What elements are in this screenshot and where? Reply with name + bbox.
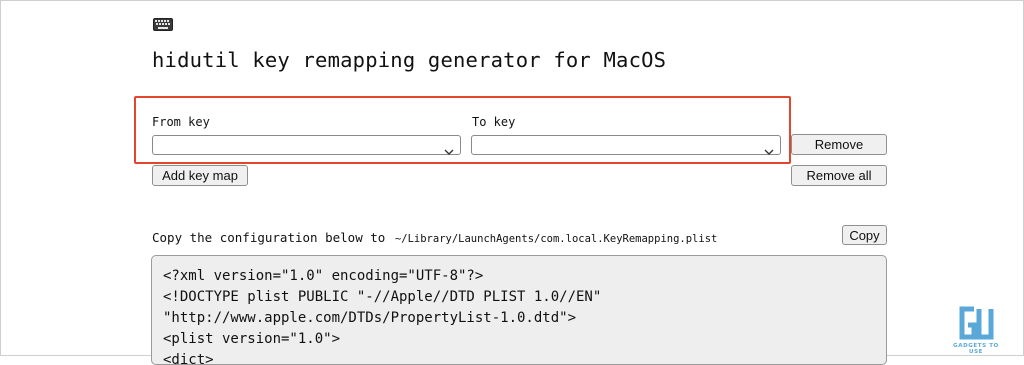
- add-key-map-button[interactable]: Add key map: [152, 165, 248, 186]
- to-key-select[interactable]: [471, 135, 781, 155]
- code-line: <!DOCTYPE plist PUBLIC "-//Apple//DTD PL…: [163, 289, 602, 305]
- code-line: <dict>: [163, 352, 214, 365]
- gadgets-to-use-watermark: GADGETS TO USE: [948, 306, 1004, 355]
- code-line: <?xml version="1.0" encoding="UTF-8"?>: [163, 268, 484, 284]
- copy-instruction-text: Copy the configuration below to: [152, 230, 386, 245]
- code-line: <plist version="1.0">: [163, 331, 341, 347]
- from-key-label: From key: [152, 115, 210, 129]
- copy-instruction: Copy the configuration below to ~/Librar…: [152, 227, 717, 246]
- watermark-text: GADGETS TO USE: [953, 343, 999, 355]
- code-line: "http://www.apple.com/DTDs/PropertyList-…: [163, 310, 577, 326]
- remove-button[interactable]: Remove: [791, 134, 887, 155]
- config-code-block[interactable]: <?xml version="1.0" encoding="UTF-8"?> <…: [151, 255, 887, 365]
- from-key-select[interactable]: [152, 135, 461, 155]
- copy-button[interactable]: Copy: [842, 225, 887, 245]
- to-key-label: To key: [472, 115, 516, 129]
- keyboard-icon: [153, 16, 173, 31]
- plist-path: ~/Library/LaunchAgents/com.local.KeyRema…: [394, 233, 718, 245]
- gadgets-to-use-logo: [959, 306, 994, 340]
- page-title: hidutil key remapping generator for MacO…: [152, 48, 667, 72]
- remove-all-button[interactable]: Remove all: [791, 165, 887, 186]
- chevron-down-icon: [444, 141, 454, 155]
- chevron-down-icon: [764, 141, 774, 155]
